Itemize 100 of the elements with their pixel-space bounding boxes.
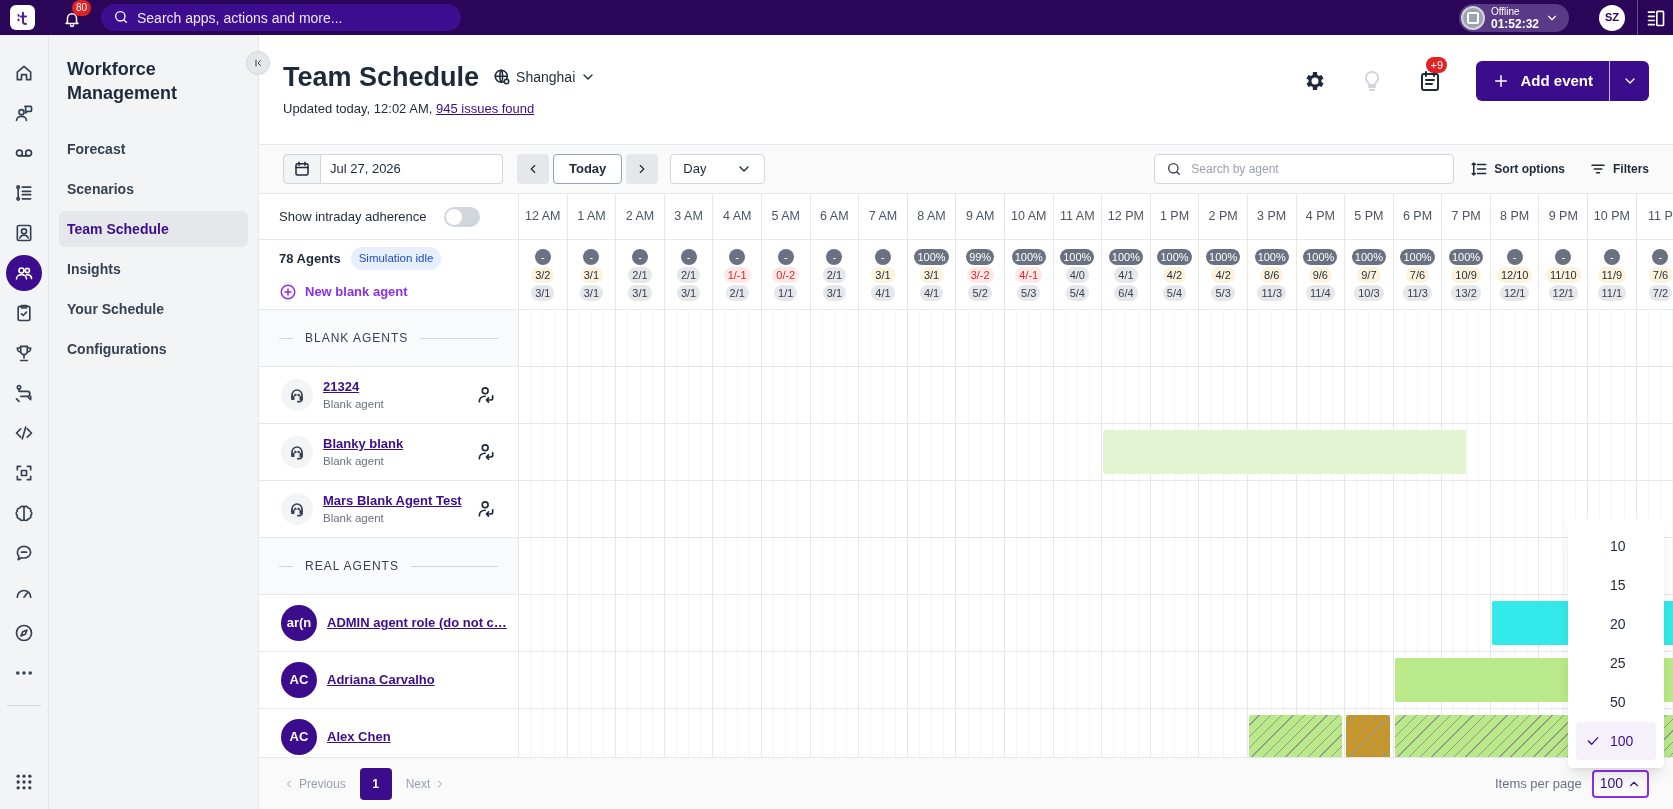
- new-blank-agent-button[interactable]: New blank agent: [279, 282, 498, 302]
- agent-count: 78 Agents: [279, 250, 341, 268]
- agent-name-link[interactable]: Adriana Carvalho: [327, 670, 435, 690]
- hour-label: 1 AM: [577, 208, 606, 226]
- coverage-badge: -: [874, 248, 891, 265]
- agent-name-link[interactable]: Mars Blank Agent Test: [323, 490, 462, 511]
- coverage-badge: -: [729, 248, 746, 265]
- menu-option[interactable]: 25: [1576, 644, 1656, 682]
- staffing-badge: 3/1: [871, 266, 895, 283]
- menu-option[interactable]: 10: [1576, 527, 1656, 565]
- home-icon: [14, 63, 34, 83]
- code-icon: [14, 423, 34, 443]
- scheduled-badge: 3/1: [822, 284, 846, 301]
- scheduled-badge: 11/4: [1306, 284, 1335, 301]
- issues-link[interactable]: 945 issues found: [436, 101, 535, 116]
- page-button[interactable]: 1: [359, 767, 392, 800]
- sidebar-item[interactable]: Scenarios: [59, 171, 248, 207]
- hour-label: 8 AM: [917, 208, 946, 226]
- staffing-badge: 4/-1: [1015, 266, 1043, 283]
- menu-option[interactable]: 15: [1576, 566, 1656, 604]
- sidebar-item[interactable]: Your Schedule: [59, 291, 248, 327]
- reassign-icon[interactable]: [476, 442, 496, 462]
- coverage-badge: 100%: [1254, 248, 1289, 265]
- hour-label: 1 PM: [1159, 208, 1190, 226]
- menu-option[interactable]: 20: [1576, 605, 1656, 643]
- agent-name-link[interactable]: Alex Chen: [327, 727, 391, 747]
- agent-name-link[interactable]: ADMIN agent role (do not c…: [327, 613, 507, 633]
- scheduled-badge: 3/1: [628, 284, 652, 301]
- staffing-badge: 2/1: [628, 266, 652, 283]
- hour-label: 11 P: [1648, 208, 1673, 226]
- coverage-badge: 100%: [1060, 248, 1095, 265]
- rail-item[interactable]: [6, 255, 42, 291]
- clipboard-check-icon: [14, 303, 34, 323]
- dropdown-button[interactable]: [1609, 61, 1649, 101]
- scheduled-badge: 1/1: [774, 284, 798, 301]
- agent-avatar: AC: [281, 719, 317, 755]
- sort-icon: [1470, 160, 1489, 178]
- filters-button[interactable]: Filters: [1589, 160, 1649, 178]
- staffing-badge: 4/1: [1114, 266, 1138, 283]
- search-field[interactable]: Search apps, actions and more...: [101, 4, 461, 31]
- hour-label: 6 AM: [820, 208, 849, 226]
- coverage-badge: -: [1603, 248, 1620, 265]
- menu-option[interactable]: 50: [1576, 683, 1656, 721]
- staffing-badge: 11/9: [1597, 266, 1627, 283]
- coverage-badge: 100%: [1400, 248, 1435, 265]
- hour-label: 7 AM: [868, 208, 898, 226]
- search-icon: [1166, 161, 1183, 177]
- menu-option[interactable]: 100: [1576, 722, 1656, 760]
- reassign-icon[interactable]: [476, 499, 496, 519]
- hour-label: 11 AM: [1060, 208, 1095, 226]
- items-per-page-label: Items per page: [1494, 774, 1582, 793]
- sidebar-item[interactable]: Insights: [59, 251, 248, 287]
- scheduled-badge: 11/3: [1257, 284, 1286, 301]
- hour-label: 4 PM: [1305, 208, 1335, 226]
- date-field[interactable]: Jul 27, 2026: [321, 154, 503, 184]
- staffing-badge: 9/7: [1357, 266, 1381, 283]
- coverage-badge: 100%: [1157, 248, 1192, 265]
- staffing-badge: 1/-1: [723, 266, 751, 283]
- staffing-badge: 3/-2: [966, 266, 994, 283]
- agent-name-link[interactable]: Blanky blank: [323, 433, 404, 454]
- user-avatar[interactable]: SZ: [1599, 4, 1625, 31]
- sidebar-item[interactable]: Forecast: [59, 131, 248, 167]
- status-selector[interactable]: Offline 01:52:32: [1458, 3, 1569, 32]
- scheduled-badge: 5/3: [1211, 284, 1235, 301]
- section-heading: BLANK AGENTS: [305, 330, 409, 347]
- staffing-badge: 9/6: [1308, 266, 1332, 283]
- scheduled-badge: 3/1: [676, 284, 701, 301]
- agent-search-field[interactable]: Search by agent: [1154, 154, 1455, 184]
- staffing-badge: 8/6: [1260, 266, 1284, 283]
- person-speech-icon: [14, 103, 34, 123]
- reassign-icon[interactable]: [476, 385, 496, 405]
- add-event-button[interactable]: Add event: [1476, 61, 1609, 101]
- today-button[interactable]: Today: [553, 154, 623, 184]
- scheduled-badge: 11/1: [1597, 284, 1627, 301]
- hour-label: 5 AM: [771, 208, 800, 226]
- hour-label: 6 PM: [1402, 208, 1433, 226]
- sidebar-item[interactable]: Configurations: [59, 331, 248, 367]
- scheduled-badge: 11/3: [1403, 284, 1432, 301]
- scheduled-badge: 5/4: [1162, 284, 1187, 301]
- staffing-badge: 3/1: [919, 266, 944, 283]
- sort-options-button[interactable]: Sort options: [1470, 160, 1565, 178]
- agent-name-link[interactable]: 21324: [323, 376, 360, 397]
- staffing-badge: 7/6: [1648, 266, 1673, 283]
- notification-badge: 80: [72, 0, 92, 16]
- scheduled-badge: 13/2: [1451, 284, 1481, 301]
- calendar-button[interactable]: [283, 154, 321, 184]
- status-timer: 01:52:32: [1490, 17, 1539, 30]
- collapse-icon[interactable]: [252, 57, 264, 69]
- shift-bar[interactable]: [1346, 715, 1391, 757]
- sidebar-item[interactable]: Team Schedule: [59, 211, 248, 247]
- staffing-badge: 10/9: [1451, 266, 1481, 283]
- logo-icon[interactable]: [10, 5, 35, 30]
- page-title: Team Schedule: [283, 61, 480, 94]
- view-selector[interactable]: Day: [670, 154, 766, 184]
- sidebar-title: Workforce Management: [66, 58, 179, 105]
- hour-label: 7 PM: [1451, 208, 1481, 226]
- timezone-selector[interactable]: Shanghai: [493, 66, 597, 88]
- coverage-badge: -: [1652, 248, 1669, 265]
- app-grid-icon[interactable]: [14, 772, 34, 792]
- adherence-toggle[interactable]: [444, 206, 481, 227]
